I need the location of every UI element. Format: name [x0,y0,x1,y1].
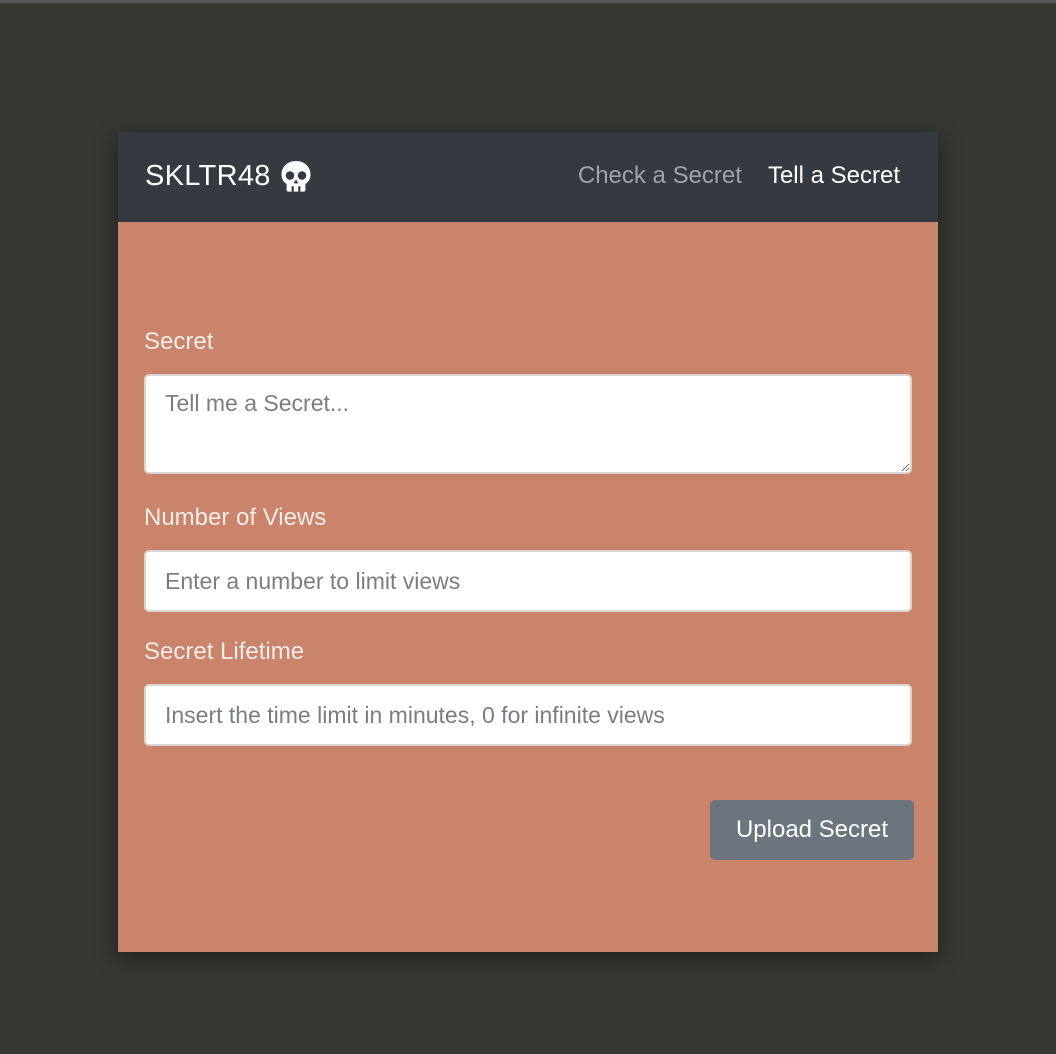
brand-link[interactable]: SKLTR48 [145,156,313,196]
views-label: Number of Views [144,504,327,531]
skull-icon [281,161,311,192]
lifetime-label: Secret Lifetime [144,638,305,665]
secret-card: SKLTR48 Check a Secret Tell a Secret Sec… [118,132,938,952]
nav-check-secret[interactable]: Check a Secret [578,162,742,190]
window-top-border [0,0,1056,3]
lifetime-input[interactable] [144,684,912,746]
upload-secret-button[interactable]: Upload Secret [710,800,914,860]
navbar: SKLTR48 Check a Secret Tell a Secret [118,132,938,222]
views-input[interactable] [144,550,912,612]
secret-label: Secret [144,328,214,355]
nav-links: Check a Secret Tell a Secret [578,156,900,196]
secret-textarea[interactable] [144,374,912,474]
secret-form: Secret Number of Views Secret Lifetime [144,324,912,746]
brand-name: SKLTR48 [145,159,271,192]
nav-tell-secret[interactable]: Tell a Secret [768,162,900,190]
